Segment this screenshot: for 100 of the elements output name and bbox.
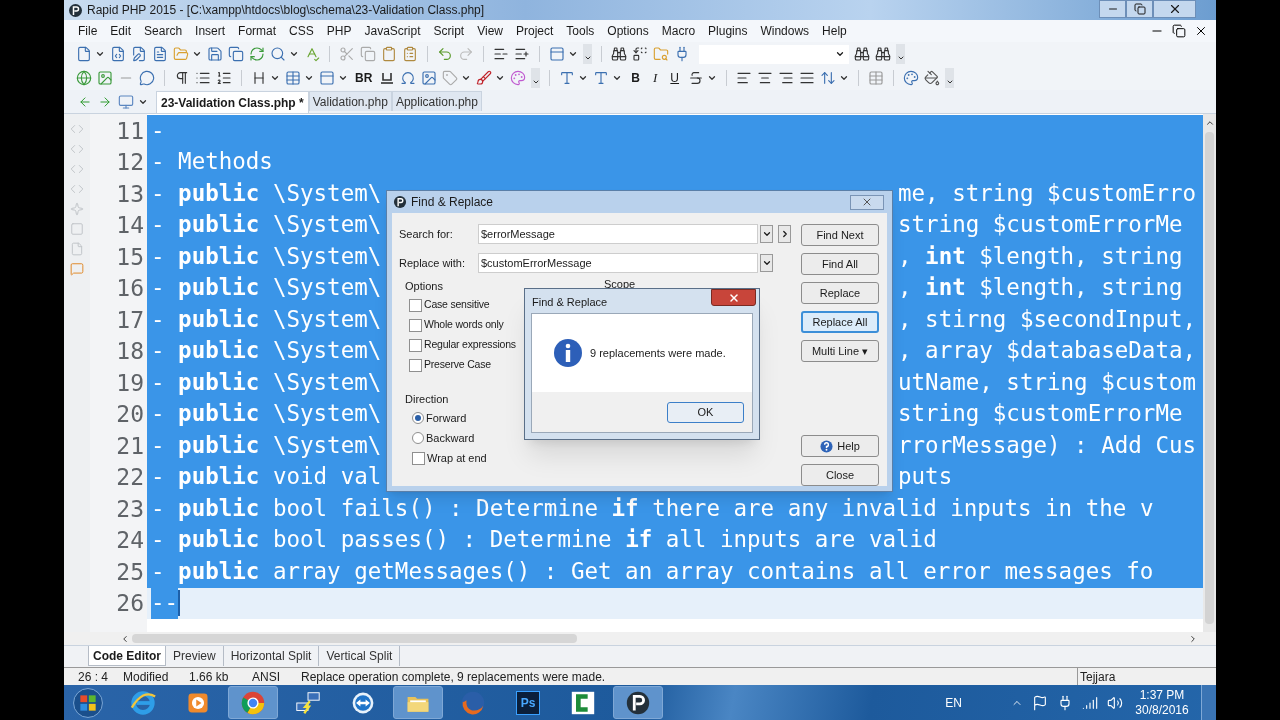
volume-icon[interactable] — [1107, 694, 1123, 711]
replace-input[interactable]: $customErrorMessage — [478, 253, 758, 273]
find-previous-icon[interactable] — [854, 46, 870, 62]
heading-icon[interactable] — [251, 70, 267, 86]
flag-icon[interactable] — [1032, 694, 1048, 711]
forward-arrow-icon[interactable] — [98, 95, 112, 109]
numbered-list-icon[interactable] — [216, 70, 232, 86]
menu-item[interactable]: Windows — [760, 22, 810, 40]
file-tab[interactable]: Validation.php — [308, 91, 392, 111]
view-tab[interactable]: Vertical Split — [319, 646, 401, 666]
close-icon[interactable] — [1194, 24, 1208, 38]
menu-item[interactable]: Options — [607, 22, 649, 40]
toolbar-overflow-button[interactable] — [583, 44, 592, 64]
bullet-list-icon[interactable] — [195, 70, 211, 86]
font-style-icon[interactable] — [593, 70, 610, 86]
menu-item[interactable]: CSS — [289, 22, 314, 40]
text-file-icon[interactable] — [152, 46, 168, 62]
dialog-button[interactable]: Close — [801, 464, 879, 486]
menu-item[interactable]: Tools — [566, 22, 595, 40]
italic-button[interactable]: I — [649, 68, 662, 88]
line-break-button[interactable]: BR — [353, 69, 375, 87]
globe-icon[interactable] — [76, 70, 92, 86]
dropdown-button[interactable] — [760, 225, 773, 243]
signal-icon[interactable] — [1082, 694, 1098, 711]
dialog-button[interactable]: Find Next — [801, 224, 879, 246]
non-breaking-space-icon[interactable] — [379, 70, 396, 86]
spell-check-icon[interactable] — [304, 46, 320, 62]
align-center-icon[interactable] — [757, 70, 774, 86]
clipboard-list-icon[interactable] — [402, 46, 418, 62]
find-next-icon[interactable] — [875, 46, 891, 62]
checkbox[interactable] — [409, 358, 422, 372]
plug-icon[interactable] — [674, 46, 690, 62]
dialog-button[interactable]: Replace All — [801, 311, 879, 333]
replace-icon[interactable] — [632, 46, 648, 62]
menu-item[interactable]: Format — [238, 22, 277, 40]
radio-button[interactable] — [412, 412, 424, 424]
comment-icon[interactable] — [139, 70, 155, 86]
toolbar-overflow-button[interactable] — [896, 44, 905, 64]
view-tab[interactable]: Horizontal Split — [223, 646, 320, 666]
search-icon[interactable] — [270, 46, 286, 62]
expand-button[interactable] — [778, 225, 791, 243]
horizontal-scrollbar[interactable] — [64, 632, 1216, 645]
file-tab[interactable]: Application.php — [391, 91, 482, 111]
menu-item[interactable]: Insert — [195, 22, 226, 40]
checkbox[interactable] — [409, 338, 422, 352]
search-input[interactable]: $errorMessage — [478, 224, 758, 244]
image-icon[interactable] — [97, 70, 113, 86]
align-left-icon[interactable] — [736, 70, 753, 86]
paint-bucket-icon[interactable] — [924, 70, 941, 86]
dialog-button[interactable]: Replace — [801, 282, 879, 304]
undo-icon[interactable] — [437, 46, 453, 62]
checkbox[interactable] — [412, 452, 425, 465]
edit-file-icon[interactable] — [131, 46, 147, 62]
bold-button[interactable]: B — [627, 69, 644, 87]
new-file-icon[interactable] — [76, 46, 92, 62]
radio-button[interactable] — [412, 432, 424, 444]
menu-item[interactable]: Project — [516, 22, 554, 40]
dialog-button[interactable]: Find All — [801, 253, 879, 275]
strikethrough-icon[interactable] — [688, 70, 705, 86]
image-map-icon[interactable] — [421, 70, 438, 86]
dropdown-button[interactable] — [760, 254, 773, 272]
menu-item[interactable]: Search — [144, 22, 183, 40]
paste-icon[interactable] — [381, 46, 397, 62]
menu-item[interactable]: Macro — [661, 22, 696, 40]
file-tab[interactable]: 23-Validation Class.php * — [156, 91, 309, 113]
menu-item[interactable]: Script — [433, 22, 465, 40]
menu-item[interactable]: Help — [822, 22, 847, 40]
color-wheel-icon[interactable] — [510, 70, 527, 86]
align-right-icon[interactable] — [778, 70, 795, 86]
paragraph-icon[interactable] — [174, 70, 190, 86]
ok-button[interactable]: OK — [667, 401, 744, 423]
dialog-button[interactable]: Help — [801, 435, 879, 457]
photoshop-icon[interactable]: Ps — [516, 690, 540, 715]
text-color-icon[interactable] — [903, 70, 920, 86]
menu-item[interactable]: Plugins — [708, 22, 748, 40]
checkbox[interactable] — [409, 318, 422, 332]
close-button[interactable] — [1153, 0, 1196, 18]
language-indicator[interactable]: EN — [945, 693, 962, 712]
menu-item[interactable]: Edit — [110, 22, 132, 40]
binoculars-icon[interactable] — [611, 46, 627, 62]
brush-icon[interactable] — [476, 70, 493, 86]
outdent-icon[interactable] — [493, 46, 509, 62]
browser-e-icon[interactable] — [129, 688, 157, 717]
checkbox[interactable] — [409, 298, 422, 312]
save-all-icon[interactable] — [228, 46, 244, 62]
power-icon[interactable] — [1057, 694, 1073, 711]
close-button[interactable] — [850, 194, 884, 210]
menu-item[interactable]: JavaScript — [364, 22, 421, 40]
menu-item[interactable]: PHP — [326, 22, 352, 40]
refresh-icon[interactable] — [249, 46, 265, 62]
restore-button[interactable] — [1126, 0, 1153, 18]
dialog-button[interactable]: Multi Line ▾ — [801, 340, 879, 362]
minimize-button[interactable] — [1099, 0, 1126, 18]
save-icon[interactable] — [207, 46, 223, 62]
line-spacing-icon[interactable] — [820, 70, 837, 86]
omega-icon[interactable] — [400, 70, 417, 86]
underline-button[interactable]: U — [666, 69, 684, 87]
close-button[interactable] — [711, 289, 756, 306]
menu-item[interactable]: File — [78, 22, 98, 40]
view-tab[interactable]: Code Editor — [88, 646, 166, 666]
